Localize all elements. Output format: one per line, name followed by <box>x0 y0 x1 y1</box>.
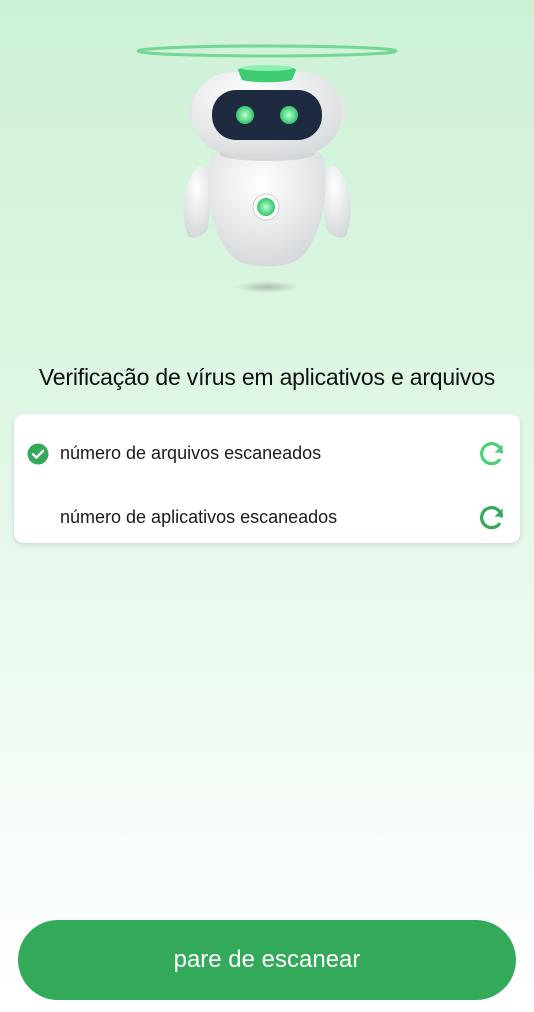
robot-shadow <box>235 281 299 293</box>
right-eye-icon <box>280 106 298 124</box>
page-title: Verificação de vírus em aplicativos e ar… <box>38 364 496 390</box>
scan-item-label: número de arquivos escaneados <box>60 443 322 463</box>
refresh-icon[interactable] <box>477 439 507 469</box>
stop-scan-button[interactable]: pare de escanear <box>18 920 516 1000</box>
scan-item-files: número de arquivos escaneados <box>14 422 520 486</box>
left-eye-icon <box>236 106 254 124</box>
check-circle-icon <box>27 443 49 465</box>
scan-item-apps: número de aplicativos escaneados <box>14 486 520 550</box>
halo-ring <box>136 44 398 58</box>
chest-light-icon <box>257 198 275 216</box>
refresh-icon[interactable] <box>477 503 507 533</box>
scan-status-card: número de arquivos escaneados número de … <box>14 414 520 543</box>
scan-item-label: número de aplicativos escaneados <box>60 507 338 527</box>
robot-illustration <box>0 0 534 330</box>
